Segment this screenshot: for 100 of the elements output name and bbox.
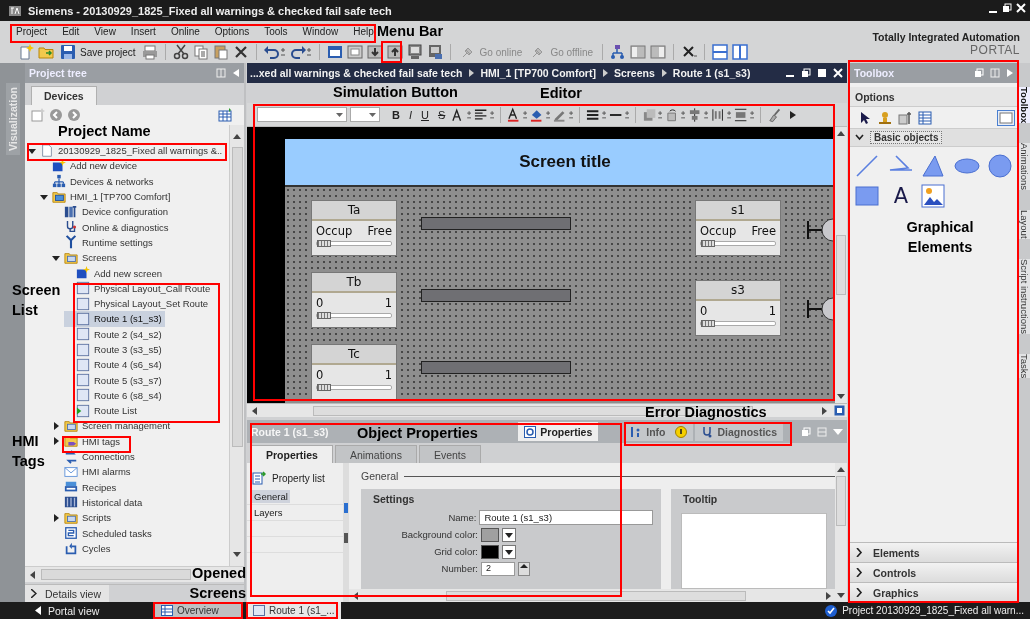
color-swatch[interactable] bbox=[481, 544, 499, 559]
tree-item[interactable]: Screens bbox=[52, 250, 120, 266]
scrollbar[interactable] bbox=[25, 566, 244, 582]
side-tab[interactable]: Toolbox bbox=[1019, 87, 1030, 124]
tree-item[interactable]: Physical Layout_Call Route bbox=[64, 280, 214, 296]
tree-item[interactable]: Add new device bbox=[40, 158, 141, 174]
portal-view-button[interactable]: Portal view bbox=[35, 604, 155, 617]
properties-tab[interactable]: Properties bbox=[251, 445, 333, 463]
pointer-icon[interactable] bbox=[858, 110, 872, 125]
menu-item[interactable]: View bbox=[94, 25, 116, 37]
copy-icon[interactable] bbox=[192, 44, 209, 60]
property-list-item[interactable]: General bbox=[252, 490, 290, 503]
caret-icon[interactable] bbox=[40, 192, 48, 201]
tree-item[interactable]: Cycles bbox=[52, 540, 114, 556]
scrollbar[interactable] bbox=[229, 125, 244, 566]
caret-icon[interactable] bbox=[52, 437, 60, 446]
side-tab[interactable]: Animations bbox=[1019, 143, 1030, 191]
scrollbar[interactable] bbox=[349, 589, 835, 602]
tree-item[interactable]: Add new screen bbox=[64, 265, 166, 281]
scroll-down-icon[interactable] bbox=[233, 552, 241, 558]
table-icon[interactable] bbox=[218, 108, 234, 122]
tree-item[interactable]: Recipes bbox=[52, 479, 120, 495]
monitor-icon[interactable] bbox=[406, 44, 423, 60]
caret-icon[interactable] bbox=[28, 146, 36, 155]
scroll-right-icon[interactable] bbox=[826, 591, 832, 600]
menu-item[interactable]: Tools bbox=[264, 25, 288, 37]
slider-thumb[interactable] bbox=[701, 240, 715, 247]
rectangle-icon[interactable] bbox=[855, 184, 881, 208]
scroll-thumb[interactable] bbox=[836, 476, 846, 526]
scroll-thumb[interactable] bbox=[41, 569, 191, 580]
property-list-button[interactable]: Property list bbox=[247, 467, 343, 489]
width-icon[interactable] bbox=[734, 106, 755, 123]
palette-header[interactable]: Basic objects bbox=[870, 131, 943, 144]
palette-header[interactable]: Elements bbox=[850, 542, 1018, 562]
caret-icon[interactable] bbox=[52, 422, 60, 430]
splitter-handle[interactable] bbox=[344, 503, 348, 513]
layer-icon[interactable] bbox=[642, 106, 663, 123]
scroll-left-icon[interactable] bbox=[352, 591, 358, 600]
download-icon[interactable] bbox=[366, 44, 383, 60]
redo-icon[interactable] bbox=[289, 44, 312, 60]
tree-item[interactable]: Scripts bbox=[52, 510, 115, 526]
runtime-icon[interactable] bbox=[426, 44, 443, 60]
scroll-thumb[interactable] bbox=[446, 590, 746, 601]
properties-tab[interactable]: Events bbox=[418, 445, 481, 463]
close-all-icon[interactable] bbox=[681, 44, 698, 60]
tree-item[interactable]: Connections bbox=[52, 448, 138, 465]
tree-item[interactable]: Route 5 (s3_s7) bbox=[64, 372, 165, 388]
format-button[interactable]: I bbox=[405, 108, 415, 121]
tree-item[interactable]: Screen management bbox=[52, 418, 174, 434]
close-icon[interactable] bbox=[1016, 3, 1026, 13]
scroll-left-icon[interactable] bbox=[251, 406, 257, 415]
tree-item[interactable]: HMI alarms bbox=[52, 464, 134, 480]
view-icon[interactable] bbox=[997, 109, 1015, 126]
side-tab[interactable]: Layout bbox=[1019, 210, 1030, 239]
new-project-icon[interactable] bbox=[18, 44, 34, 60]
menu-item[interactable]: Options bbox=[214, 25, 250, 37]
scroll-up-icon[interactable] bbox=[837, 130, 845, 136]
tree-item[interactable]: Runtime settings bbox=[52, 234, 156, 251]
float-icon[interactable] bbox=[801, 68, 811, 78]
breadcrumb-item[interactable]: ...xed all warnings & checked fail safe tech bbox=[250, 67, 463, 79]
collapse-icon[interactable] bbox=[1006, 68, 1014, 78]
tree-item[interactable]: HMI tags bbox=[52, 433, 123, 449]
restore-icon[interactable] bbox=[1002, 3, 1012, 13]
tree-item[interactable]: Devices & networks bbox=[40, 173, 157, 189]
side-tab[interactable]: Tasks bbox=[1019, 353, 1030, 379]
menu-item[interactable]: Window bbox=[302, 25, 339, 37]
collapse-icon[interactable] bbox=[232, 68, 240, 78]
scroll-right-icon[interactable] bbox=[822, 406, 828, 415]
maximize-icon[interactable] bbox=[817, 68, 827, 78]
open-folder-icon[interactable] bbox=[38, 44, 54, 60]
tree-item[interactable]: Online & diagnostics bbox=[52, 219, 172, 235]
tooltip-field[interactable] bbox=[681, 513, 827, 589]
caret-icon[interactable] bbox=[52, 513, 60, 522]
table-icon[interactable] bbox=[918, 110, 932, 125]
more-icon[interactable] bbox=[790, 110, 797, 119]
format-button[interactable]: S bbox=[434, 108, 449, 121]
scroll-down-icon[interactable] bbox=[837, 394, 845, 400]
property-list-item[interactable]: Layers bbox=[252, 506, 285, 519]
upload-icon[interactable] bbox=[386, 44, 403, 60]
delete-icon[interactable] bbox=[232, 44, 249, 60]
scroll-up-icon[interactable] bbox=[233, 133, 241, 139]
dropdown-button-icon[interactable] bbox=[502, 544, 516, 559]
font-color-icon[interactable] bbox=[507, 106, 528, 123]
color-swatch[interactable] bbox=[481, 527, 499, 542]
scroll-up-icon[interactable] bbox=[837, 466, 845, 472]
size-dropdown[interactable] bbox=[350, 107, 380, 122]
slider-thumb[interactable] bbox=[701, 320, 715, 327]
panel-icon[interactable] bbox=[650, 44, 667, 60]
palette-header[interactable]: Graphics bbox=[850, 582, 1018, 602]
format-button[interactable]: B bbox=[389, 108, 403, 121]
tree-item[interactable]: Physical Layout_Set Route bbox=[64, 295, 212, 312]
menu-item[interactable]: Insert bbox=[130, 25, 156, 37]
tree-item[interactable]: Route List bbox=[64, 403, 140, 419]
line-icon[interactable] bbox=[855, 154, 881, 178]
spin-icon[interactable] bbox=[518, 561, 530, 576]
menu-item[interactable]: Edit bbox=[62, 25, 80, 37]
polygon-icon[interactable] bbox=[921, 154, 947, 178]
scroll-thumb[interactable] bbox=[836, 235, 846, 295]
tree-item[interactable]: Scheduled tasks bbox=[52, 525, 155, 541]
side-tab[interactable]: Script instructions bbox=[1019, 258, 1030, 334]
